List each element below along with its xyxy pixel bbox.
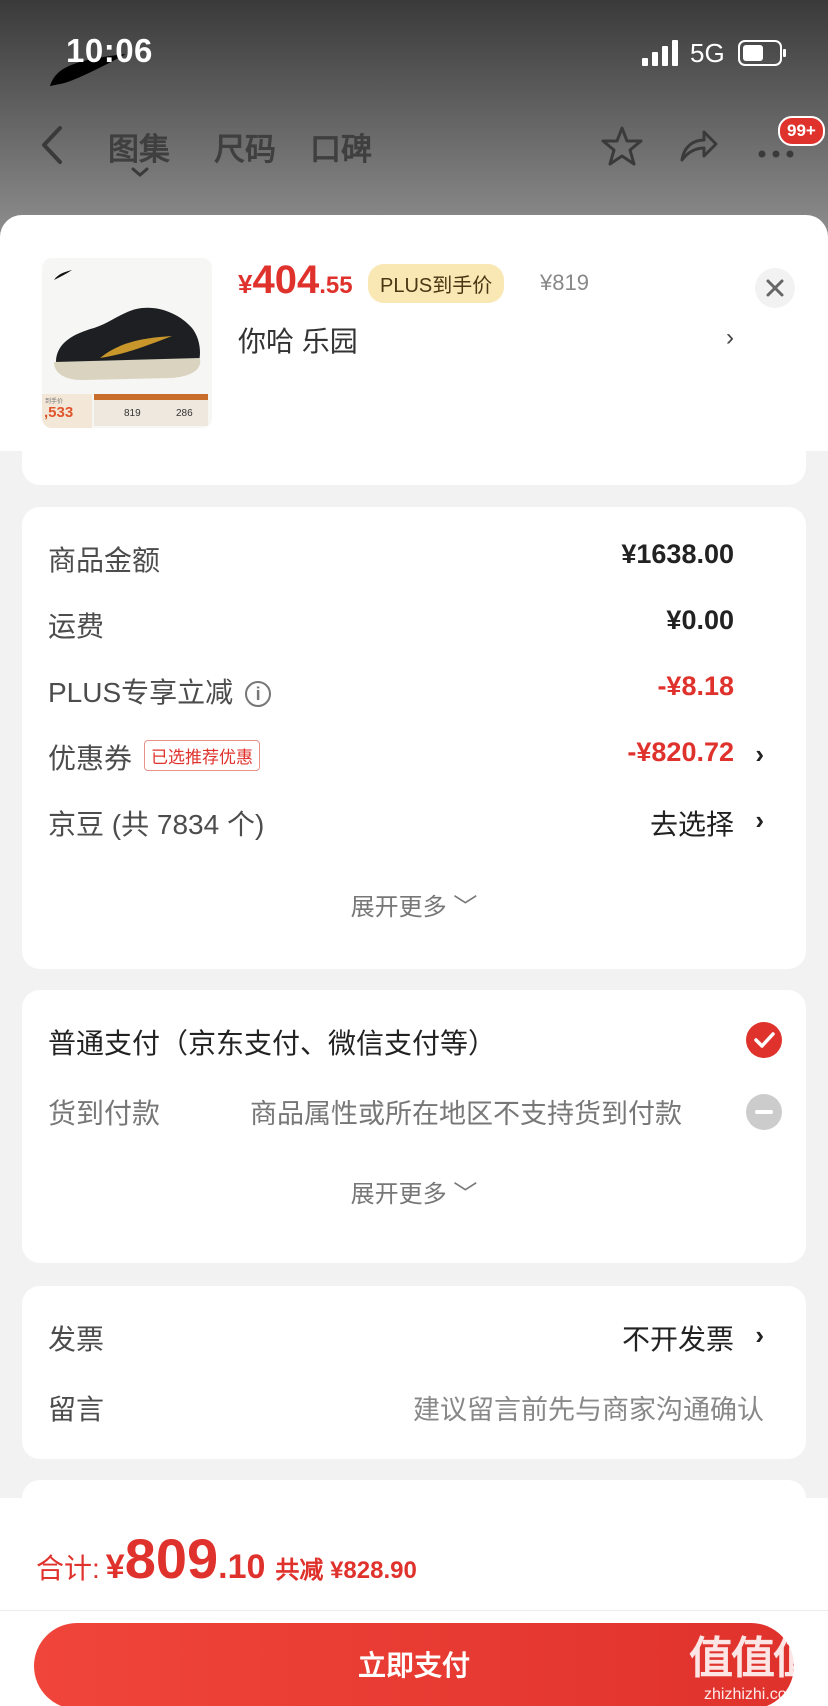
tab-gallery[interactable]: 图集 [108, 124, 170, 169]
plus-discount-value: -¥8.18 [657, 671, 734, 701]
tab-indicator-icon [131, 167, 149, 177]
battery-icon [738, 40, 786, 66]
plus-discount-row: PLUS专享立减 i -¥8.18 [48, 671, 798, 711]
total-symbol: ¥ [105, 1548, 125, 1586]
shipping-value: ¥0.00 [666, 605, 734, 635]
star-icon[interactable] [600, 124, 644, 168]
current-price: ¥404.55 [238, 258, 353, 303]
amount-card: 商品金额 ¥1638.00 运费 ¥0.00 PLUS专享立减 i -¥8.18 … [22, 507, 806, 969]
shoe-image-icon [42, 258, 212, 428]
image-overlay-value-1: 819 [124, 408, 141, 419]
info-icon[interactable]: i [245, 681, 272, 707]
status-bar: 10:06 5G [0, 0, 828, 100]
image-overlay-price: ,533 [44, 404, 74, 421]
divider [0, 1610, 828, 1611]
invoice-value: 不开发票 [621, 1324, 734, 1355]
watermark: 值值值 zhizhizhi.com [676, 1622, 828, 1706]
tab-reviews[interactable]: 口碑 [310, 124, 372, 169]
chevron-right-icon: › [755, 739, 764, 769]
chevron-right-icon: › [755, 805, 764, 835]
jingdou-label: 京豆 (共 7834 个) [48, 809, 265, 840]
address-card-bottom [22, 430, 806, 485]
chevron-right-icon: › [755, 1320, 764, 1350]
close-button[interactable] [755, 268, 795, 308]
top-nav: 图集 尺码 口碑 99+ [0, 110, 828, 190]
network-type: 5G [690, 38, 725, 68]
total-decimal: .10 [218, 1548, 266, 1586]
expand-more-amounts[interactable]: 展开更多 ﹀ [22, 887, 806, 922]
close-icon [766, 279, 784, 297]
shipping-label: 运费 [48, 611, 105, 642]
cod-label: 货到付款 [48, 1098, 161, 1129]
plus-price-tag: PLUS到手价 [368, 264, 505, 303]
invoice-card: 发票 不开发票 › 留言 建议留言前先与商家沟通确认 [22, 1286, 806, 1459]
checkmark-icon[interactable] [746, 1022, 782, 1058]
original-price: ¥819 [540, 270, 589, 295]
cod-unsupported-note: 商品属性或所在地区不支持货到付款 [250, 1099, 682, 1129]
total-discount: 共减 ¥828.90 [275, 1557, 417, 1584]
share-icon[interactable] [676, 124, 720, 168]
total-label: 合计: [36, 1553, 100, 1584]
message-row[interactable]: 留言 建议留言前先与商家沟通确认 [48, 1388, 798, 1428]
signal-icon [642, 40, 678, 66]
coupon-label: 优惠券 [48, 743, 133, 774]
back-arrow-icon[interactable] [36, 124, 66, 166]
image-overlay-value-2: 286 [176, 408, 193, 419]
tab-size[interactable]: 尺码 [214, 124, 276, 169]
selected-variant[interactable]: 你哈 乐园 [238, 320, 358, 360]
clock: 10:06 [66, 32, 153, 69]
message-input[interactable]: 建议留言前先与商家沟通确认 [413, 1388, 764, 1427]
payment-card: 普通支付（京东支付、微信支付等） 货到付款 商品属性或所在地区不支持货到付款 展… [22, 990, 806, 1263]
coupon-value: -¥820.72 [627, 737, 734, 767]
invoice-row[interactable]: 发票 不开发票 › [48, 1318, 798, 1358]
invoice-label: 发票 [48, 1324, 105, 1355]
goods-amount-label: 商品金额 [48, 545, 161, 576]
goods-amount-row: 商品金额 ¥1638.00 [48, 539, 798, 579]
plus-discount-label-wrap: PLUS专享立减 i [48, 671, 272, 711]
goods-amount-value: ¥1638.00 [621, 539, 734, 569]
price-decimal: .55 [319, 272, 353, 299]
total-integer: 809 [124, 1527, 219, 1590]
chevron-right-icon[interactable]: › [726, 324, 734, 352]
coupon-recommended-tag: 已选推荐优惠 [144, 740, 261, 771]
message-badge: 99+ [778, 116, 825, 146]
price-symbol: ¥ [238, 269, 253, 299]
watermark-logo: 值值值 [689, 1634, 817, 1683]
shipping-row: 运费 ¥0.00 [48, 605, 798, 645]
expand-more-payment[interactable]: 展开更多 ﹀ [22, 1174, 806, 1209]
product-image[interactable]: 到手价 ,533 819 286 [42, 258, 212, 428]
watermark-url: zhizhizhi.com [703, 1686, 801, 1703]
jingdou-row[interactable]: 京豆 (共 7834 个) 去选择 › [48, 803, 798, 843]
plus-discount-label: PLUS专享立减 [48, 677, 234, 708]
total-amount: 合计: ¥809.10 共减 ¥828.90 [36, 1526, 417, 1591]
message-label: 留言 [48, 1394, 105, 1425]
jingdou-select: 去选择 [649, 809, 734, 840]
disabled-icon [746, 1094, 782, 1130]
coupon-row[interactable]: 优惠券 已选推荐优惠 -¥820.72 › [48, 737, 798, 777]
normal-payment-option[interactable]: 普通支付（京东支付、微信支付等） [48, 1022, 496, 1062]
coupon-label-wrap: 优惠券 已选推荐优惠 [48, 737, 261, 777]
price-integer: 404 [252, 258, 320, 302]
